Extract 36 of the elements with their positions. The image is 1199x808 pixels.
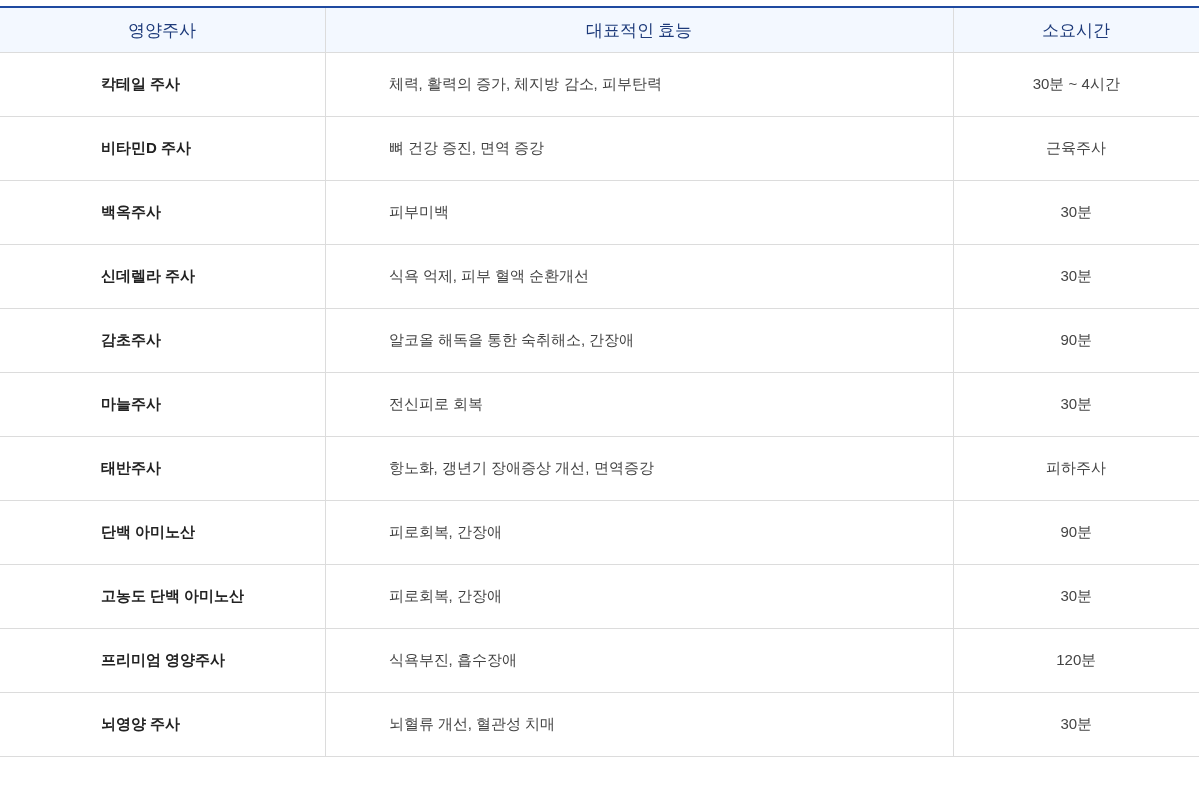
table-cell: 체력, 활력의 증가, 체지방 감소, 피부탄력 bbox=[325, 52, 953, 117]
table-cell: 90분 bbox=[953, 500, 1199, 565]
column-header: 영양주사 bbox=[0, 7, 325, 53]
table-cell: 근육주사 bbox=[953, 116, 1199, 181]
table-cell: 피로회복, 간장애 bbox=[325, 500, 953, 565]
table-cell: 마늘주사 bbox=[0, 372, 325, 437]
column-header: 소요시간 bbox=[953, 7, 1199, 53]
table-cell: 태반주사 bbox=[0, 436, 325, 501]
table-cell: 뇌혈류 개선, 혈관성 치매 bbox=[325, 692, 953, 757]
table-cell: 뇌영양 주사 bbox=[0, 692, 325, 757]
column-header: 대표적인 효능 bbox=[325, 7, 953, 53]
table-cell: 피하주사 bbox=[953, 436, 1199, 501]
table-cell: 30분 bbox=[953, 692, 1199, 757]
table-cell: 전신피로 회복 bbox=[325, 372, 953, 437]
table-cell: 고농도 단백 아미노산 bbox=[0, 564, 325, 629]
table-cell: 칵테일 주사 bbox=[0, 52, 325, 117]
table-cell: 항노화, 갱년기 장애증상 개선, 면역증강 bbox=[325, 436, 953, 501]
table-cell: 30분 ~ 4시간 bbox=[953, 52, 1199, 117]
table-cell: 피부미백 bbox=[325, 180, 953, 245]
table-cell: 감초주사 bbox=[0, 308, 325, 373]
table-cell: 식욕 억제, 피부 혈액 순환개선 bbox=[325, 244, 953, 309]
table-cell: 비타민D 주사 bbox=[0, 116, 325, 181]
table-cell: 알코올 해독을 통한 숙취해소, 간장애 bbox=[325, 308, 953, 373]
table-cell: 30분 bbox=[953, 180, 1199, 245]
table-cell: 30분 bbox=[953, 244, 1199, 309]
table-cell: 식욕부진, 흡수장애 bbox=[325, 628, 953, 693]
table-cell: 신데렐라 주사 bbox=[0, 244, 325, 309]
table-cell: 30분 bbox=[953, 372, 1199, 437]
table-cell: 프리미엄 영양주사 bbox=[0, 628, 325, 693]
table-cell: 피로회복, 간장애 bbox=[325, 564, 953, 629]
table-cell: 30분 bbox=[953, 564, 1199, 629]
table-cell: 백옥주사 bbox=[0, 180, 325, 245]
table-cell: 90분 bbox=[953, 308, 1199, 373]
table-cell: 뼈 건강 증진, 면역 증강 bbox=[325, 116, 953, 181]
table-cell: 120분 bbox=[953, 628, 1199, 693]
table-cell: 단백 아미노산 bbox=[0, 500, 325, 565]
